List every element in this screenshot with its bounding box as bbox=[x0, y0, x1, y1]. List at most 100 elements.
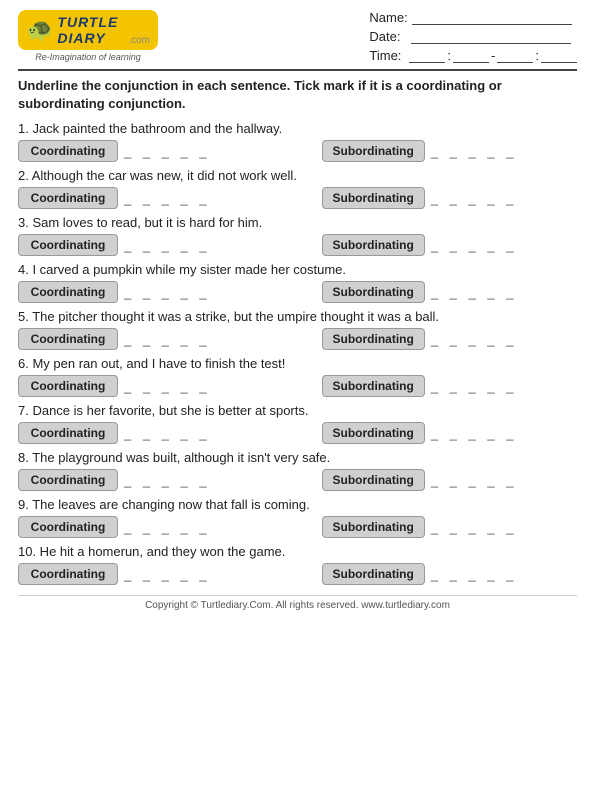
logo-area: 🐢 TURTLE DIARY .com Re-Imagination of le… bbox=[18, 10, 158, 62]
checkbox-row-6: Coordinating _ _ _ _ _ Subordinating _ _… bbox=[18, 375, 577, 397]
dashes-coord-3: _ _ _ _ _ bbox=[124, 238, 211, 253]
dashes-subord-6: _ _ _ _ _ bbox=[431, 379, 518, 394]
time-line-4 bbox=[541, 49, 577, 63]
subordinating-btn-9[interactable]: Subordinating bbox=[322, 516, 425, 538]
date-label: Date: bbox=[369, 29, 407, 44]
subordinating-btn-1[interactable]: Subordinating bbox=[322, 140, 425, 162]
dashes-subord-3: _ _ _ _ _ bbox=[431, 238, 518, 253]
dashes-subord-7: _ _ _ _ _ bbox=[431, 426, 518, 441]
time-label: Time: bbox=[369, 48, 407, 63]
brand-name: TURTLE DIARY bbox=[57, 14, 122, 46]
turtle-icon: 🐢 bbox=[26, 17, 53, 43]
subordinating-btn-5[interactable]: Subordinating bbox=[322, 328, 425, 350]
coordinating-btn-1[interactable]: Coordinating bbox=[18, 140, 118, 162]
sentence-10: 10. He hit a homerun, and they won the g… bbox=[18, 544, 577, 559]
checkbox-row-1: Coordinating _ _ _ _ _ Subordinating _ _… bbox=[18, 140, 577, 162]
right-group-10: Subordinating _ _ _ _ _ bbox=[322, 563, 578, 585]
dashes-coord-8: _ _ _ _ _ bbox=[124, 473, 211, 488]
dashes-coord-5: _ _ _ _ _ bbox=[124, 332, 211, 347]
dashes-subord-2: _ _ _ _ _ bbox=[431, 191, 518, 206]
time-line-3 bbox=[497, 49, 533, 63]
coordinating-btn-3[interactable]: Coordinating bbox=[18, 234, 118, 256]
header-divider bbox=[18, 69, 577, 71]
right-group-3: Subordinating _ _ _ _ _ bbox=[322, 234, 578, 256]
sentence-4: 4. I carved a pumpkin while my sister ma… bbox=[18, 262, 577, 277]
sentence-9: 9. The leaves are changing now that fall… bbox=[18, 497, 577, 512]
dashes-subord-9: _ _ _ _ _ bbox=[431, 520, 518, 535]
coordinating-btn-10[interactable]: Coordinating bbox=[18, 563, 118, 585]
coordinating-btn-2[interactable]: Coordinating bbox=[18, 187, 118, 209]
subordinating-btn-10[interactable]: Subordinating bbox=[322, 563, 425, 585]
time-colon-2: : bbox=[535, 48, 539, 63]
dashes-coord-10: _ _ _ _ _ bbox=[124, 567, 211, 582]
name-label: Name: bbox=[369, 10, 407, 25]
checkbox-row-9: Coordinating _ _ _ _ _ Subordinating _ _… bbox=[18, 516, 577, 538]
sentence-6: 6. My pen ran out, and I have to finish … bbox=[18, 356, 577, 371]
time-dash: - bbox=[491, 48, 495, 63]
coordinating-btn-8[interactable]: Coordinating bbox=[18, 469, 118, 491]
left-group-8: Coordinating _ _ _ _ _ bbox=[18, 469, 274, 491]
checkbox-row-8: Coordinating _ _ _ _ _ Subordinating _ _… bbox=[18, 469, 577, 491]
subordinating-btn-3[interactable]: Subordinating bbox=[322, 234, 425, 256]
instructions: Underline the conjunction in each senten… bbox=[18, 77, 577, 113]
right-group-5: Subordinating _ _ _ _ _ bbox=[322, 328, 578, 350]
content-area: 1. Jack painted the bathroom and the hal… bbox=[18, 121, 577, 585]
dashes-coord-7: _ _ _ _ _ bbox=[124, 426, 211, 441]
date-line bbox=[411, 30, 571, 44]
page: 🐢 TURTLE DIARY .com Re-Imagination of le… bbox=[0, 0, 595, 800]
time-field-row: Time: : - : bbox=[369, 48, 577, 63]
time-colon-1: : bbox=[447, 48, 451, 63]
right-group-4: Subordinating _ _ _ _ _ bbox=[322, 281, 578, 303]
name-field-row: Name: bbox=[369, 10, 577, 25]
sentence-7: 7. Dance is her favorite, but she is bet… bbox=[18, 403, 577, 418]
right-group-9: Subordinating _ _ _ _ _ bbox=[322, 516, 578, 538]
checkbox-row-3: Coordinating _ _ _ _ _ Subordinating _ _… bbox=[18, 234, 577, 256]
coordinating-btn-5[interactable]: Coordinating bbox=[18, 328, 118, 350]
subordinating-btn-7[interactable]: Subordinating bbox=[322, 422, 425, 444]
dashes-coord-4: _ _ _ _ _ bbox=[124, 285, 211, 300]
subordinating-btn-6[interactable]: Subordinating bbox=[322, 375, 425, 397]
header: 🐢 TURTLE DIARY .com Re-Imagination of le… bbox=[18, 10, 577, 63]
right-group-1: Subordinating _ _ _ _ _ bbox=[322, 140, 578, 162]
coordinating-btn-6[interactable]: Coordinating bbox=[18, 375, 118, 397]
sentence-5: 5. The pitcher thought it was a strike, … bbox=[18, 309, 577, 324]
dashes-coord-6: _ _ _ _ _ bbox=[124, 379, 211, 394]
coordinating-btn-4[interactable]: Coordinating bbox=[18, 281, 118, 303]
subordinating-btn-4[interactable]: Subordinating bbox=[322, 281, 425, 303]
left-group-10: Coordinating _ _ _ _ _ bbox=[18, 563, 274, 585]
name-line bbox=[412, 11, 572, 25]
left-group-6: Coordinating _ _ _ _ _ bbox=[18, 375, 274, 397]
left-group-9: Coordinating _ _ _ _ _ bbox=[18, 516, 274, 538]
coordinating-btn-9[interactable]: Coordinating bbox=[18, 516, 118, 538]
logo-tagline: Re-Imagination of learning bbox=[35, 52, 141, 62]
logo-box: 🐢 TURTLE DIARY .com bbox=[18, 10, 158, 50]
time-line-2 bbox=[453, 49, 489, 63]
subordinating-btn-8[interactable]: Subordinating bbox=[322, 469, 425, 491]
dashes-coord-2: _ _ _ _ _ bbox=[124, 191, 211, 206]
dashes-subord-1: _ _ _ _ _ bbox=[431, 144, 518, 159]
dashes-coord-1: _ _ _ _ _ bbox=[124, 144, 211, 159]
checkbox-row-2: Coordinating _ _ _ _ _ Subordinating _ _… bbox=[18, 187, 577, 209]
dashes-subord-10: _ _ _ _ _ bbox=[431, 567, 518, 582]
sentence-1: 1. Jack painted the bathroom and the hal… bbox=[18, 121, 577, 136]
footer: Copyright © Turtlediary.Com. All rights … bbox=[18, 595, 577, 611]
checkbox-row-5: Coordinating _ _ _ _ _ Subordinating _ _… bbox=[18, 328, 577, 350]
sentence-8: 8. The playground was built, although it… bbox=[18, 450, 577, 465]
right-group-2: Subordinating _ _ _ _ _ bbox=[322, 187, 578, 209]
checkbox-row-7: Coordinating _ _ _ _ _ Subordinating _ _… bbox=[18, 422, 577, 444]
coordinating-btn-7[interactable]: Coordinating bbox=[18, 422, 118, 444]
fields-area: Name: Date: Time: : - : bbox=[369, 10, 577, 63]
time-line-1 bbox=[409, 49, 445, 63]
dashes-subord-5: _ _ _ _ _ bbox=[431, 332, 518, 347]
right-group-7: Subordinating _ _ _ _ _ bbox=[322, 422, 578, 444]
sentence-3: 3. Sam loves to read, but it is hard for… bbox=[18, 215, 577, 230]
subordinating-btn-2[interactable]: Subordinating bbox=[322, 187, 425, 209]
checkbox-row-10: Coordinating _ _ _ _ _ Subordinating _ _… bbox=[18, 563, 577, 585]
dashes-subord-4: _ _ _ _ _ bbox=[431, 285, 518, 300]
right-group-6: Subordinating _ _ _ _ _ bbox=[322, 375, 578, 397]
sentence-2: 2. Although the car was new, it did not … bbox=[18, 168, 577, 183]
date-field-row: Date: bbox=[369, 29, 577, 44]
dashes-coord-9: _ _ _ _ _ bbox=[124, 520, 211, 535]
left-group-4: Coordinating _ _ _ _ _ bbox=[18, 281, 274, 303]
left-group-3: Coordinating _ _ _ _ _ bbox=[18, 234, 274, 256]
